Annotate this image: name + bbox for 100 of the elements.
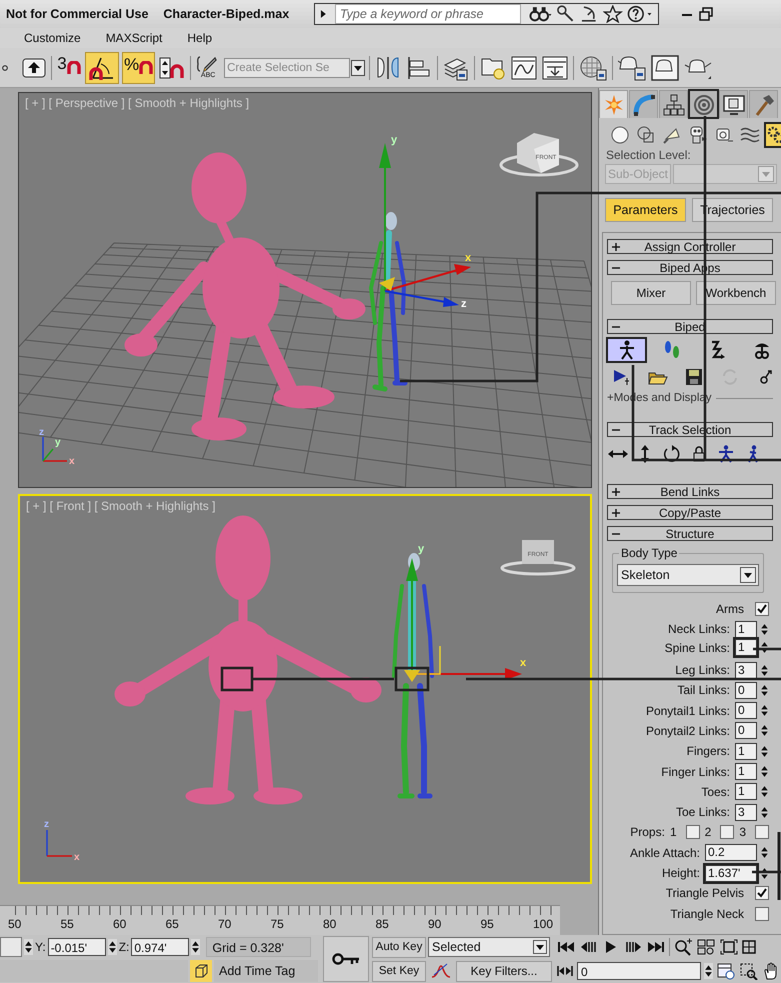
spinner-arrows-icon[interactable] xyxy=(760,622,769,637)
menu-item[interactable]: MAXScript xyxy=(106,31,162,45)
search-field[interactable]: Type a keyword or phrase xyxy=(334,4,521,24)
spinner-arrows-icon[interactable] xyxy=(760,662,769,678)
spinner-arrows-icon[interactable] xyxy=(760,784,769,800)
cube-icon[interactable] xyxy=(190,960,212,982)
spinner-arrows-icon[interactable] xyxy=(760,866,769,880)
previous-frame-icon[interactable] xyxy=(579,940,599,954)
checkbox[interactable] xyxy=(755,825,769,840)
mode-button[interactable]: Parameters xyxy=(605,198,686,222)
frame-number: 55 xyxy=(60,917,75,933)
number-field[interactable]: 0.2 xyxy=(705,844,757,862)
spinner-arrows-icon[interactable] xyxy=(760,764,769,780)
axis-tripod-icon xyxy=(46,830,72,857)
tangent-curve-icon[interactable] xyxy=(430,961,452,981)
number-field[interactable]: 1 xyxy=(735,763,757,780)
key-mode-toggle-icon[interactable] xyxy=(556,964,574,978)
y-field[interactable]: -0.015' xyxy=(48,938,106,956)
checkbox[interactable] xyxy=(720,825,734,840)
auto-key-button[interactable]: Auto Key xyxy=(372,936,426,958)
star-icon[interactable] xyxy=(603,5,623,23)
spinner-arrows-icon[interactable] xyxy=(704,963,713,979)
x-field[interactable] xyxy=(0,937,22,957)
rollout-header[interactable]: Copy/Paste xyxy=(607,505,773,520)
percent-snap-button[interactable]: % xyxy=(122,52,156,84)
number-field[interactable]: 1 xyxy=(735,783,757,800)
number-field[interactable]: 0 xyxy=(735,682,757,699)
utilities-tab[interactable] xyxy=(749,90,778,118)
zoom-extents-icon[interactable] xyxy=(719,938,739,956)
number-field[interactable]: 3 xyxy=(735,804,757,821)
figure-mode-button[interactable] xyxy=(607,338,646,362)
view-cube[interactable] xyxy=(500,133,578,176)
rollout-header[interactable]: Biped xyxy=(607,319,773,334)
spinner-arrows-icon[interactable] xyxy=(760,682,769,698)
checkbox[interactable] xyxy=(755,602,769,616)
rollout-header[interactable]: Structure xyxy=(607,526,773,541)
hierarchy-tab[interactable] xyxy=(659,90,688,118)
app-button[interactable]: Mixer xyxy=(611,281,691,305)
checkbox[interactable] xyxy=(755,906,769,921)
number-field[interactable]: 0 xyxy=(735,722,757,740)
set-key-button[interactable] xyxy=(323,936,369,982)
restore-icon[interactable] xyxy=(699,7,714,21)
key-icon[interactable] xyxy=(556,5,576,23)
modify-tab[interactable] xyxy=(629,90,658,118)
zoom-region-icon[interactable] xyxy=(739,962,759,980)
set-key-mode-button[interactable]: Set Key xyxy=(372,960,426,982)
handle-icon[interactable] xyxy=(2,64,8,70)
menu-item[interactable]: Customize xyxy=(24,31,81,45)
spinner-arrows-icon[interactable] xyxy=(760,744,769,759)
play-icon[interactable] xyxy=(612,368,632,386)
viewports-icon[interactable] xyxy=(742,938,756,956)
axis-label: y xyxy=(391,134,398,146)
body-type-dropdown[interactable]: Skeleton xyxy=(617,564,759,586)
spinner-arrows-icon[interactable] xyxy=(760,845,769,860)
checkbox[interactable] xyxy=(755,886,769,900)
zoom-icon[interactable] xyxy=(673,938,693,956)
checkbox[interactable] xyxy=(686,825,700,840)
spinner-arrows-icon[interactable] xyxy=(760,703,769,718)
selection-set-field[interactable]: Create Selection Se xyxy=(224,58,350,78)
grid-size: Grid = 0.328' xyxy=(206,937,312,957)
star-icon xyxy=(602,94,624,116)
current-frame-field[interactable]: 0 xyxy=(577,962,701,980)
snap-snap-button[interactable]: 3 xyxy=(56,52,82,84)
spinner-arrows-icon[interactable] xyxy=(760,640,769,656)
binoculars-icon[interactable] xyxy=(528,5,552,23)
next-frame-icon[interactable] xyxy=(623,940,643,954)
display-tab[interactable] xyxy=(719,90,748,118)
systems-category[interactable] xyxy=(765,123,781,147)
spinner-arrows-icon[interactable] xyxy=(191,939,200,955)
key-filters-button[interactable]: Key Filters... xyxy=(456,960,552,982)
add-time-tag-button[interactable]: Add Time Tag xyxy=(214,960,318,982)
frame-number: 100 xyxy=(533,917,554,933)
time-ruler[interactable]: 50 55 60 65 70 75 80 85 90 95 100 xyxy=(0,905,560,935)
spinner-arrows-icon[interactable] xyxy=(760,804,769,820)
sub-object-dropdown[interactable] xyxy=(673,164,777,184)
angle-magnet-icon[interactable] xyxy=(85,52,119,84)
number-field[interactable]: 0 xyxy=(735,702,757,720)
go-to-start-icon[interactable] xyxy=(556,940,576,954)
number-field[interactable]: 3 xyxy=(735,662,757,679)
number-field[interactable]: 1.637' xyxy=(705,864,757,882)
motion-tab[interactable] xyxy=(689,90,718,118)
z-field[interactable]: 0.974' xyxy=(131,938,190,956)
field-label: Leg Links: xyxy=(675,663,730,678)
go-to-end-icon[interactable] xyxy=(646,940,666,954)
number-field[interactable]: 1 xyxy=(735,639,757,656)
expand-icon[interactable] xyxy=(318,8,328,20)
number-field[interactable]: 1 xyxy=(735,742,757,760)
transform-gizmo[interactable] xyxy=(404,558,522,682)
zoom-all-icon[interactable] xyxy=(696,938,716,956)
menu-item[interactable]: Help xyxy=(187,31,212,45)
rollout-header[interactable]: Bend Links xyxy=(607,484,773,499)
time-configuration-icon[interactable] xyxy=(716,962,736,980)
spinner-arrows-icon[interactable] xyxy=(24,939,33,955)
spinner-arrows-icon[interactable] xyxy=(108,939,117,955)
app-button[interactable]: Workbench xyxy=(696,281,776,305)
number-field[interactable]: 1 xyxy=(735,620,757,638)
key-mode-dropdown[interactable]: Selected xyxy=(428,937,550,957)
concentric-circles-icon xyxy=(692,94,714,116)
spinner-arrows-icon[interactable] xyxy=(760,723,769,738)
view-cube[interactable] xyxy=(500,540,576,576)
